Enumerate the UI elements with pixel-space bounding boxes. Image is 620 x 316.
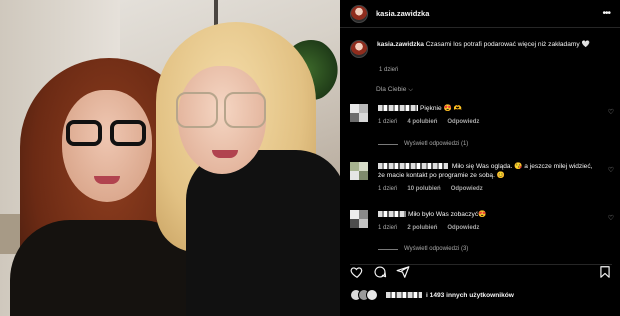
caption-avatar[interactable] bbox=[350, 40, 368, 58]
comment-icon[interactable] bbox=[373, 265, 387, 279]
comment-item: Pięknie 😍 🫶 1 dzień 4 polubień Odpowiedz… bbox=[350, 104, 616, 125]
comment-like-heart-icon[interactable]: ♡ bbox=[608, 214, 614, 222]
comment-like-heart-icon[interactable]: ♡ bbox=[608, 108, 614, 116]
person-left-mouth bbox=[94, 176, 120, 184]
comment-text: Pięknie 😍 🫶 bbox=[420, 105, 462, 112]
comment-likes[interactable]: 10 polubień bbox=[407, 186, 440, 192]
comment-timestamp[interactable]: 1 dzień bbox=[378, 225, 397, 231]
post-caption: kasia.zawidzka Czasami los potrafi podar… bbox=[350, 40, 612, 73]
liker-avatars bbox=[350, 288, 380, 302]
comment-timestamp[interactable]: 1 dzień bbox=[378, 186, 397, 192]
heart-icon[interactable] bbox=[350, 265, 364, 279]
comment-item: Miło było Was zobaczyć😍 1 dzień 2 polubi… bbox=[350, 210, 616, 231]
comment-username[interactable] bbox=[378, 211, 406, 218]
post-sidebar: kasia.zawidzka ••• kasia.zawidzka Czasam… bbox=[340, 0, 620, 316]
comment-likes[interactable]: 4 polubień bbox=[407, 119, 437, 125]
comment-item: Miło się Was ogląda. 😘 a jeszcze milej w… bbox=[350, 162, 616, 192]
replies-divider bbox=[378, 143, 398, 145]
view-replies-button[interactable]: Wyświetl odpowiedzi (3) bbox=[378, 246, 468, 252]
reply-button[interactable]: Odpowiedz bbox=[447, 119, 479, 125]
for-you-filter[interactable]: Dla Ciebie ⌵ bbox=[376, 86, 413, 94]
comment-text: Miło było Was zobaczyć😍 bbox=[408, 211, 487, 218]
comment-username[interactable] bbox=[378, 163, 448, 170]
post-header: kasia.zawidzka ••• bbox=[340, 0, 620, 28]
person-left-glasses bbox=[66, 120, 148, 150]
comment-like-heart-icon[interactable]: ♡ bbox=[608, 166, 614, 174]
comment-likes[interactable]: 2 polubień bbox=[407, 225, 437, 231]
comment-avatar[interactable] bbox=[350, 162, 368, 180]
author-username[interactable]: kasia.zawidzka bbox=[376, 9, 429, 18]
person-right-glasses bbox=[176, 92, 268, 132]
author-avatar[interactable] bbox=[350, 4, 368, 23]
comment-avatar[interactable] bbox=[350, 210, 368, 228]
view-replies-button[interactable]: Wyświetl odpowiedzi (1) bbox=[378, 141, 468, 147]
person-right-body bbox=[186, 150, 340, 316]
bookmark-icon[interactable] bbox=[598, 265, 612, 279]
comment-timestamp[interactable]: 1 dzień bbox=[378, 119, 397, 125]
person-right-mouth bbox=[212, 150, 238, 158]
caption-username[interactable]: kasia.zawidzka bbox=[377, 41, 424, 48]
chevron-down-icon: ⌵ bbox=[408, 87, 413, 93]
post-photo bbox=[0, 0, 340, 316]
comment-avatar[interactable] bbox=[350, 104, 368, 122]
share-icon[interactable] bbox=[396, 265, 410, 279]
liked-by-summary[interactable]: i 1493 innych użytkowników bbox=[350, 288, 514, 302]
replies-divider bbox=[378, 248, 398, 250]
liker-username[interactable] bbox=[386, 292, 422, 298]
caption-timestamp[interactable]: 1 dzień bbox=[379, 67, 398, 73]
reply-button[interactable]: Odpowiedz bbox=[451, 186, 483, 192]
liked-by-count[interactable]: i 1493 innych użytkowników bbox=[426, 292, 514, 299]
comment-username[interactable] bbox=[378, 105, 418, 112]
post-action-bar bbox=[350, 264, 612, 278]
reply-button[interactable]: Odpowiedz bbox=[447, 225, 479, 231]
more-icon[interactable]: ••• bbox=[602, 8, 610, 19]
caption-text: Czasami los potrafi podarować więcej niż… bbox=[425, 41, 590, 48]
